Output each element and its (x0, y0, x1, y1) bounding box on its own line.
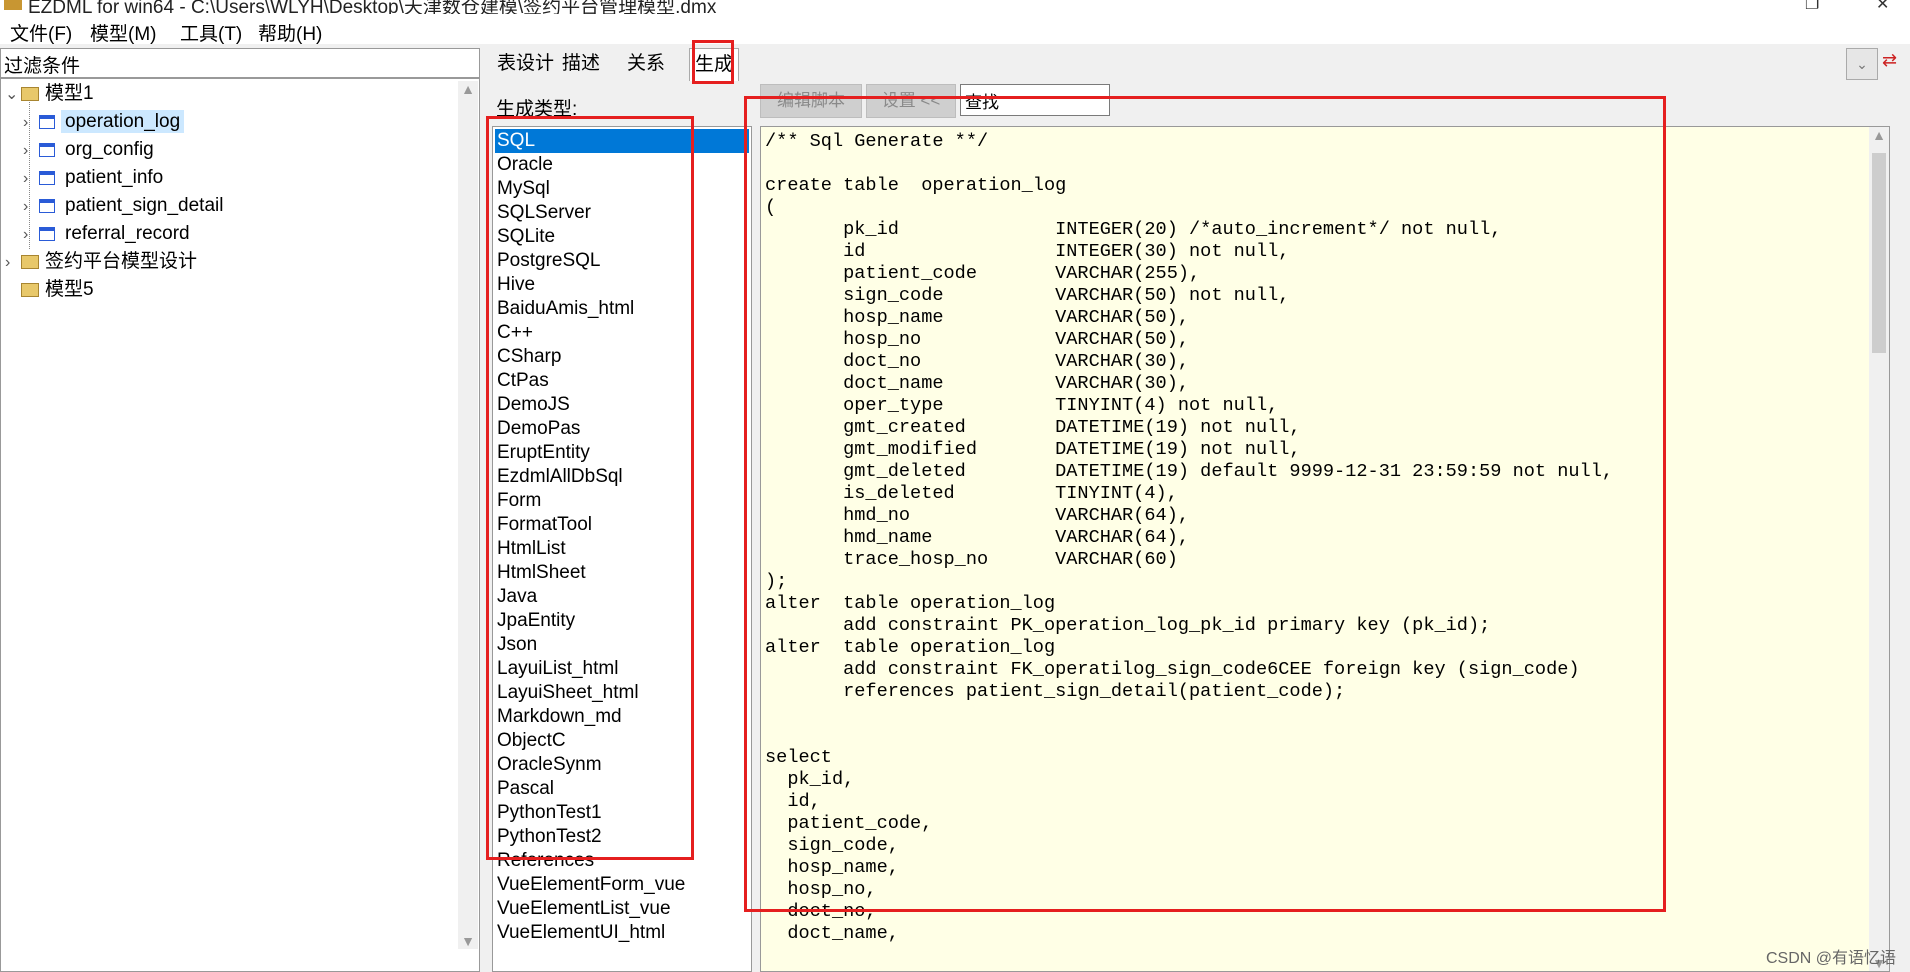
tree-node-operation-log[interactable]: › operation_log (23, 109, 185, 136)
tree-node-sign-platform-design[interactable]: › 签约平台模型设计 (5, 249, 197, 275)
menu-help[interactable]: 帮助(H) (258, 19, 322, 46)
filter-input[interactable]: 过滤条件 (0, 48, 480, 78)
window-title: EZDML for win64 - C:\Users\WLYH\Desktop\… (28, 0, 717, 14)
chevron-right-icon[interactable]: › (23, 166, 39, 192)
scroll-up-icon[interactable]: ▲ (1869, 127, 1889, 143)
tree-node-referral-record[interactable]: › referral_record (23, 221, 194, 247)
highlight-generate-tab (692, 40, 734, 84)
tab-table-design[interactable]: 表设计 (492, 48, 559, 80)
chevron-right-icon[interactable]: › (23, 222, 39, 248)
tree-node-org-config[interactable]: › org_config (23, 137, 158, 163)
tab-relations[interactable]: 关系 (622, 48, 670, 80)
model-tree[interactable]: ⌄ 模型1 › operation_log › org_config › patient… (0, 78, 480, 972)
table-icon (39, 114, 55, 129)
gen-type-item[interactable]: VueElementForm_vue (497, 873, 685, 897)
tab-menu-icon[interactable]: ⇄ (1882, 50, 1897, 71)
chevron-right-icon[interactable]: › (5, 250, 21, 276)
scroll-up-icon[interactable]: ▲ (458, 81, 478, 97)
chevron-right-icon[interactable]: › (23, 194, 39, 220)
gen-type-item[interactable]: VueElementUI_html (497, 921, 665, 945)
chevron-right-icon[interactable]: › (23, 110, 39, 136)
gen-type-item[interactable]: VueElementList_vue (497, 897, 671, 921)
menu-model[interactable]: 模型(M) (90, 19, 156, 46)
tree-node-patient-sign-detail[interactable]: › patient_sign_detail (23, 193, 227, 219)
table-icon (39, 198, 55, 213)
highlight-type-list (486, 116, 694, 860)
table-icon (39, 142, 55, 157)
tree-node-patient-info[interactable]: › patient_info (23, 165, 167, 191)
scroll-thumb[interactable] (1872, 153, 1886, 353)
title-bar: EZDML for win64 - C:\Users\WLYH\Desktop\… (0, 0, 1910, 14)
table-icon (39, 226, 55, 241)
table-icon (39, 170, 55, 185)
folder-icon (21, 282, 39, 297)
chevron-down-icon[interactable]: ⌄ (5, 82, 21, 108)
editor-scrollbar[interactable]: ▲ ▼ (1869, 127, 1889, 971)
menu-tools[interactable]: 工具(T) (180, 19, 242, 46)
highlight-code-area (744, 96, 1666, 912)
folder-icon (21, 86, 39, 101)
restore-icon[interactable]: ❐ (1805, 0, 1819, 14)
folder-icon (21, 254, 39, 269)
menu-bar: 文件(F) 模型(M) 工具(T) 帮助(H) (0, 14, 1910, 46)
tree-scrollbar[interactable]: ▲ ▼ (458, 81, 478, 949)
app-icon (4, 0, 22, 10)
close-icon[interactable]: ✕ (1876, 0, 1889, 14)
menu-file[interactable]: 文件(F) (10, 19, 72, 46)
chevron-right-icon[interactable]: › (23, 138, 39, 164)
tree-node-model5[interactable]: 模型5 (5, 277, 94, 303)
dropdown-button[interactable]: ⌄ (1846, 48, 1878, 80)
watermark: CSDN @有语忆语 (1765, 950, 1896, 967)
scroll-down-icon[interactable]: ▼ (458, 933, 478, 949)
tree-node-model1[interactable]: ⌄ 模型1 (5, 81, 94, 107)
tab-description[interactable]: 描述 (557, 48, 605, 80)
